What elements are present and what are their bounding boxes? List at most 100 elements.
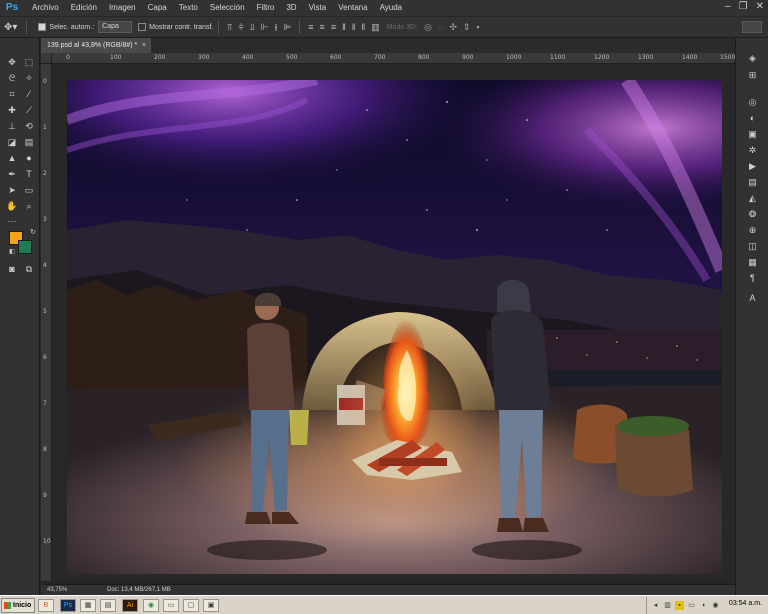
distribute-left-icon[interactable]: ‖ — [342, 22, 346, 32]
arrow-left-icon[interactable]: ◂ — [651, 601, 660, 610]
menu-vista[interactable]: Vista — [303, 0, 333, 16]
move-icon[interactable]: ✥ — [5, 56, 19, 69]
background-color-swatch[interactable] — [18, 240, 32, 254]
quick-mask-icon[interactable]: ◙ — [5, 263, 19, 276]
network-icon[interactable]: ▥ — [663, 601, 672, 610]
align-left-icon[interactable]: ⊩ — [261, 22, 269, 33]
vertical-ruler[interactable]: 0 1 2 3 4 5 6 7 8 9 10 — [41, 64, 52, 581]
close-icon[interactable]: ✕ — [756, 1, 764, 12]
volume-icon[interactable]: ◖ — [699, 601, 708, 610]
blur-icon[interactable]: ▲ — [5, 152, 19, 165]
channels-panel-icon[interactable]: ◭ — [746, 192, 759, 205]
healing-brush-icon[interactable]: ✚ — [5, 104, 19, 117]
workspace-switcher[interactable] — [742, 21, 762, 33]
adjustments-panel-icon[interactable]: ◐ — [746, 112, 759, 125]
clone-stamp-icon[interactable]: ⊥ — [5, 120, 19, 133]
update-icon[interactable]: ◉ — [711, 601, 720, 610]
marquee-icon[interactable]: ⬚ — [22, 56, 36, 69]
canvas-area[interactable] — [52, 64, 735, 581]
lasso-icon[interactable]: ᘓ — [5, 72, 19, 85]
align-right-icon[interactable]: ⊫ — [283, 22, 291, 33]
gradient-icon[interactable]: ▤ — [22, 136, 36, 149]
dodge-icon[interactable]: ● — [22, 152, 36, 165]
menu-texto[interactable]: Texto — [173, 0, 204, 16]
paragraph-panel-icon[interactable]: ¶ — [746, 272, 759, 285]
auto-align-icon[interactable]: ▥ — [371, 22, 380, 33]
styles-panel-icon[interactable]: ▣ — [746, 128, 759, 141]
brush-panel-icon[interactable]: ✲ — [746, 144, 759, 157]
hand-icon[interactable]: ✋ — [5, 200, 19, 213]
app-taskbar-icon[interactable]: ▤ — [100, 599, 116, 612]
eyedropper-icon[interactable]: ⁄ — [22, 88, 36, 101]
ruler-origin[interactable] — [41, 53, 52, 64]
history-panel-icon[interactable]: ▤ — [746, 176, 759, 189]
crop-icon[interactable]: ⌗ — [5, 88, 19, 101]
illustrator-taskbar-icon[interactable]: Ai — [122, 599, 138, 612]
swap-colors-icon[interactable]: ↻ — [26, 226, 40, 239]
clone-source-panel-icon[interactable]: ⊕ — [746, 224, 759, 237]
menu-archivo[interactable]: Archivo — [26, 0, 65, 16]
zoom-level-field[interactable]: 43,75% — [47, 585, 67, 595]
color-panel-icon[interactable]: ◎ — [746, 96, 759, 109]
magic-wand-icon[interactable]: ✧ — [22, 72, 36, 85]
actions-panel-icon[interactable]: ▶ — [746, 160, 759, 173]
rectangle-icon[interactable]: ▭ — [22, 184, 36, 197]
menu-edicion[interactable]: Edición — [65, 0, 103, 16]
auto-select-checkbox[interactable] — [38, 23, 47, 31]
paths-panel-icon[interactable]: ❂ — [746, 208, 759, 221]
menu-seleccion[interactable]: Selección — [204, 0, 251, 16]
chrome-taskbar-icon[interactable]: ◉ — [143, 599, 159, 612]
distribute-right-icon[interactable]: ‖ — [362, 22, 366, 32]
history-brush-icon[interactable]: ⟲ — [22, 120, 36, 133]
align-hcenter-icon[interactable]: ⫲ — [275, 22, 278, 33]
layers-panel-icon[interactable]: ◈ — [746, 52, 759, 65]
eraser-icon[interactable]: ◪ — [5, 136, 19, 149]
auto-select-dropdown[interactable]: Capa — [98, 21, 133, 33]
path-selection-icon[interactable]: ➤ — [5, 184, 19, 197]
app-taskbar-icon[interactable]: ▦ — [80, 599, 96, 612]
type-icon[interactable]: T — [22, 168, 36, 181]
menu-imagen[interactable]: Imagen — [103, 0, 142, 16]
distribute-top-icon[interactable]: ≡ — [308, 22, 313, 32]
horizontal-ruler[interactable]: 0 100 200 300 400 500 600 700 800 900 10… — [52, 53, 735, 64]
scale-3d-icon[interactable]: ▪ — [476, 22, 479, 32]
pen-icon[interactable]: ✒ — [5, 168, 19, 181]
display-icon[interactable]: ▭ — [687, 601, 696, 610]
app-taskbar-icon[interactable]: ▣ — [203, 599, 219, 612]
restore-icon[interactable]: ❐ — [739, 1, 748, 12]
distribute-vcenter-icon[interactable]: ≡ — [320, 22, 325, 32]
brave-browser-icon[interactable]: B — [38, 599, 54, 612]
app-taskbar-icon[interactable]: ▢ — [183, 599, 199, 612]
minimize-icon[interactable]: – — [725, 1, 731, 12]
default-colors-icon[interactable]: ◧ — [5, 246, 19, 259]
app-taskbar-icon[interactable]: ▭ — [163, 599, 179, 612]
document-canvas[interactable] — [67, 80, 722, 574]
orbit-3d-icon[interactable]: ◎ — [424, 22, 432, 33]
show-transform-checkbox[interactable] — [138, 23, 147, 31]
close-tab-icon[interactable]: × — [142, 38, 146, 53]
align-bottom-icon[interactable]: ⫫ — [250, 22, 255, 33]
slide-3d-icon[interactable]: ⇕ — [463, 22, 471, 33]
move-tool-preset-icon[interactable]: ✥▾ — [4, 22, 17, 33]
pan-3d-icon[interactable]: ✣ — [449, 22, 457, 33]
distribute-hcenter-icon[interactable]: ‖ — [352, 22, 356, 32]
menu-ventana[interactable]: Ventana — [332, 0, 373, 16]
screen-mode-icon[interactable]: ⧉ — [22, 263, 36, 276]
brush-icon[interactable]: ⟋ — [22, 104, 36, 117]
zoom-icon[interactable]: ⌕ — [22, 200, 36, 213]
photoshop-taskbar-icon[interactable]: Ps — [60, 599, 76, 612]
menu-capa[interactable]: Capa — [142, 0, 173, 16]
properties-panel-icon[interactable]: ⊞ — [746, 69, 759, 82]
align-top-icon[interactable]: ⫪ — [227, 22, 232, 33]
roll-3d-icon[interactable]: ◌ — [438, 22, 443, 32]
character-panel-icon[interactable]: A — [746, 292, 759, 305]
align-vcenter-icon[interactable]: ⫩ — [238, 22, 243, 33]
start-button[interactable]: Inicio — [1, 598, 35, 613]
menu-ayuda[interactable]: Ayuda — [374, 0, 409, 16]
distribute-bottom-icon[interactable]: ≡ — [331, 22, 336, 32]
menu-filtro[interactable]: Filtro — [251, 0, 281, 16]
tool-presets-panel-icon[interactable]: ◫ — [746, 240, 759, 253]
clock[interactable]: 03:54 a.m. — [729, 600, 762, 607]
document-info[interactable]: Doc: 13,4 MB/267,1 MB — [107, 585, 171, 595]
menu-3d[interactable]: 3D — [280, 0, 302, 16]
